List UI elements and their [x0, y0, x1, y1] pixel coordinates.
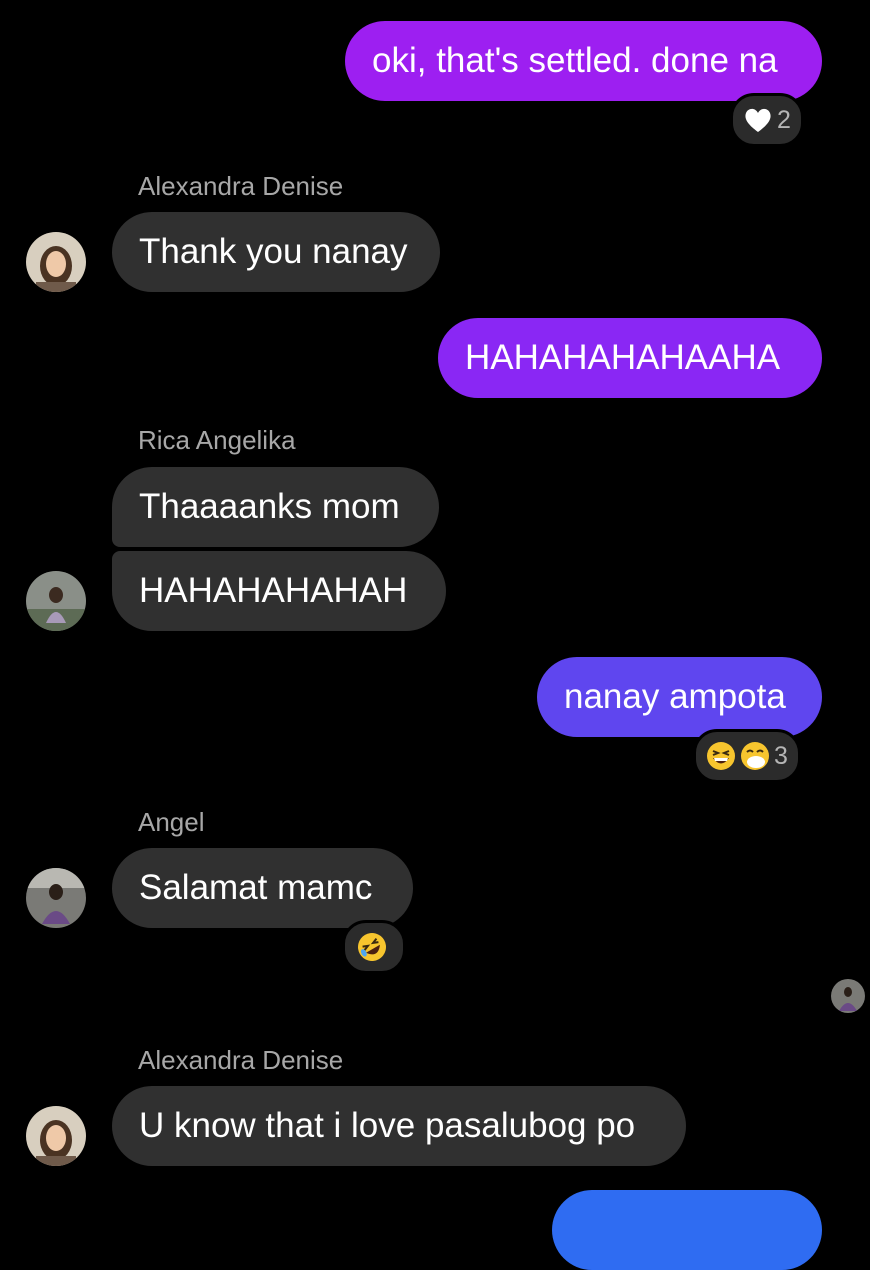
- avatar-rica-angelika[interactable]: [26, 571, 86, 631]
- sender-name: Angel: [138, 807, 205, 837]
- reaction-count: 3: [774, 741, 788, 770]
- sender-name: Rica Angelika: [138, 425, 296, 455]
- message-reactions[interactable]: 2: [730, 93, 804, 147]
- sender-name: Alexandra Denise: [138, 1045, 344, 1075]
- incoming-message-bubble[interactable]: Thaaaanks mom: [112, 467, 439, 547]
- rolling-on-floor-laughing-icon: [357, 932, 387, 962]
- message-text: Salamat mamc: [139, 868, 373, 907]
- sender-name: Alexandra Denise: [138, 171, 344, 201]
- avatar-alexandra-denise[interactable]: [26, 1106, 86, 1166]
- outgoing-message-bubble[interactable]: [552, 1190, 822, 1270]
- message-reactions[interactable]: [342, 920, 406, 974]
- reaction-count: 2: [777, 105, 791, 134]
- message-text: U know that i love pasalubog po: [139, 1106, 636, 1145]
- outgoing-message-bubble[interactable]: nanay ampota: [537, 657, 822, 737]
- message-text: oki, that's settled. done na: [372, 41, 778, 80]
- incoming-message-bubble[interactable]: Thank you nanay: [112, 212, 440, 292]
- message-text: HAHAHAHAHAAHA: [465, 338, 781, 377]
- incoming-message-bubble[interactable]: HAHAHAHAHAH: [112, 551, 446, 631]
- incoming-message-bubble[interactable]: U know that i love pasalubog po: [112, 1086, 686, 1166]
- seen-receipt-avatar: [831, 979, 865, 1013]
- message-text: HAHAHAHAHAH: [139, 571, 408, 610]
- outgoing-message-bubble[interactable]: oki, that's settled. done na: [345, 21, 822, 101]
- grinning-squinting-face-icon: [706, 741, 736, 771]
- message-text: Thaaaanks mom: [139, 487, 400, 526]
- outgoing-message-bubble[interactable]: HAHAHAHAHAAHA: [438, 318, 822, 398]
- avatar-angel[interactable]: [26, 868, 86, 928]
- face-with-hand-over-mouth-icon: [740, 741, 770, 771]
- avatar-alexandra-denise[interactable]: [26, 232, 86, 292]
- incoming-message-bubble[interactable]: Salamat mamc: [112, 848, 413, 928]
- message-reactions[interactable]: 3: [693, 729, 801, 783]
- heart-icon: [743, 105, 773, 135]
- message-text: nanay ampota: [564, 677, 786, 716]
- message-text: Thank you nanay: [139, 232, 408, 271]
